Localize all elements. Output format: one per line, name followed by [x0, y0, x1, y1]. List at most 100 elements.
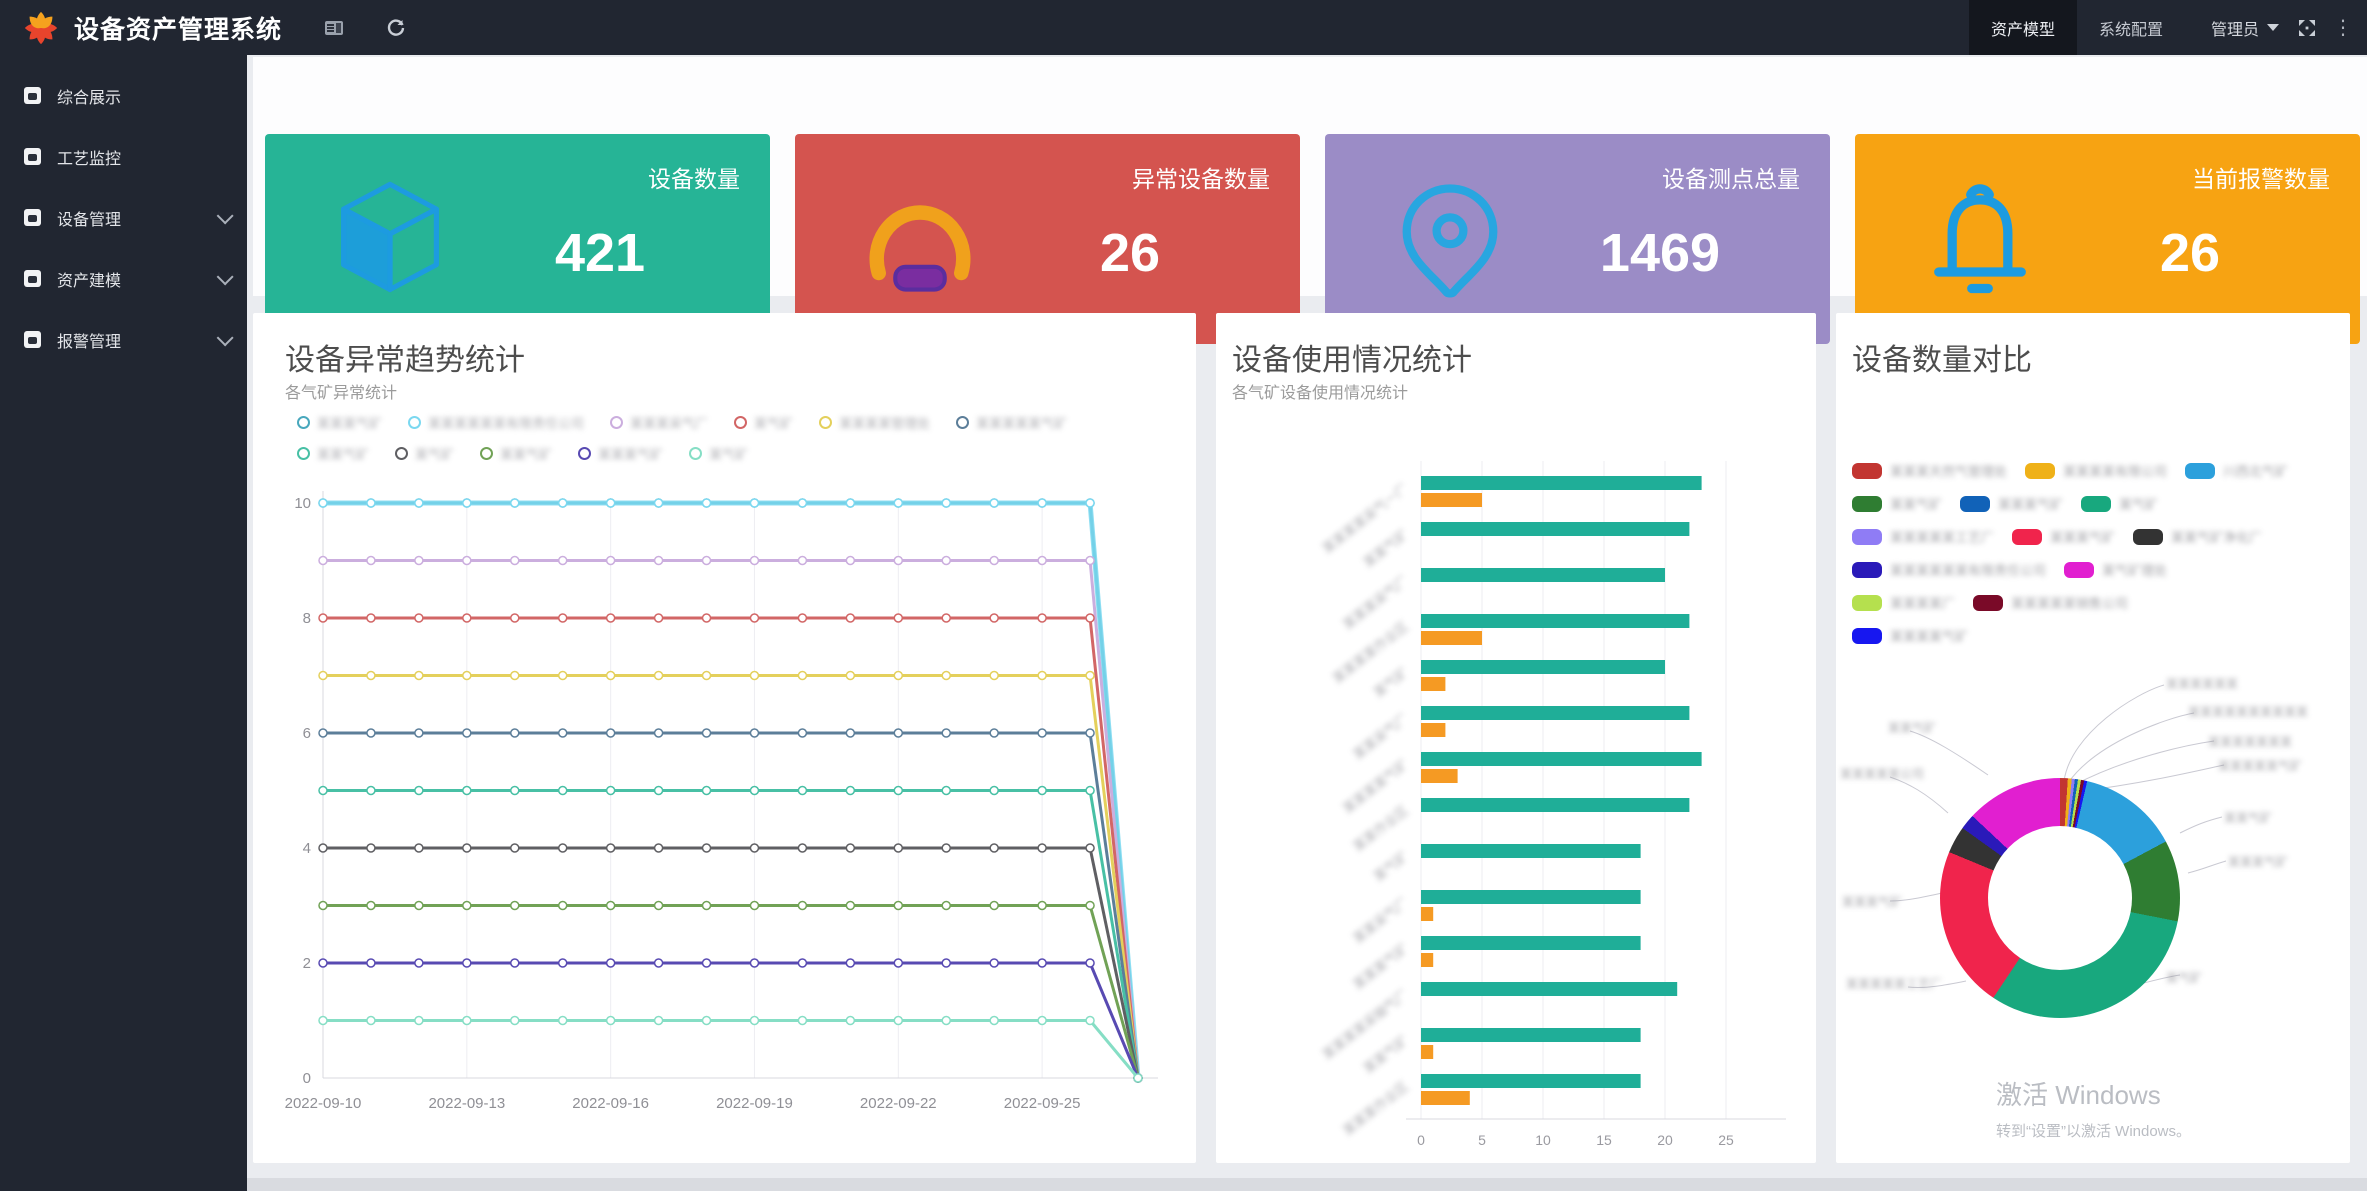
sidebar-collapse-icon[interactable]: [324, 18, 344, 38]
svg-text:2022-09-25: 2022-09-25: [1004, 1095, 1081, 1112]
svg-text:2022-09-19: 2022-09-19: [716, 1095, 793, 1112]
legend-label: 某某气矿: [317, 444, 369, 463]
legend-item[interactable]: 某某气矿: [1852, 494, 1942, 513]
legend-swatch: [1852, 628, 1882, 644]
svg-text:2: 2: [303, 955, 311, 972]
donut-callout-label: 某某某某某公司: [1840, 765, 1924, 782]
legend-item[interactable]: 某某某某管理处: [819, 413, 930, 432]
svg-text:15: 15: [1596, 1132, 1612, 1148]
donut-callout-label: 某气矿: [2166, 969, 2202, 986]
sidebar-item-asset-modeling[interactable]: 资产建模: [0, 248, 247, 309]
panel-abnormal-trend: 设备异常趋势统计 各气矿异常统计 某某某气矿某某某某某某有限责任公司某某某采气厂…: [253, 313, 1196, 1163]
legend-item[interactable]: 某某某某某工艺厂: [1852, 527, 1994, 546]
legend-marker: [689, 447, 702, 460]
legend-item[interactable]: 某某某气矿: [2012, 527, 2115, 546]
menu-icon: [24, 87, 41, 104]
legend-row: 某某某某某工艺厂某某某气矿某某气矿净化厂: [1852, 527, 2338, 546]
user-menu[interactable]: 管理员: [2211, 16, 2279, 40]
panel-subtitle-trend: 各气矿异常统计: [285, 379, 397, 403]
top-navbar: 设备资产管理系统 资产模型 系统配置 管理员 ⋮: [0, 0, 2367, 55]
legend-item[interactable]: 某某气矿净化厂: [2133, 527, 2262, 546]
legend-swatch: [1852, 595, 1882, 611]
refresh-icon[interactable]: [386, 18, 406, 38]
svg-text:0: 0: [303, 1070, 311, 1087]
legend-item[interactable]: 某某某某厂: [1852, 593, 1955, 612]
legend-swatch: [2025, 463, 2055, 479]
legend-item[interactable]: 某某气矿: [480, 444, 552, 463]
magnet-icon: [853, 172, 987, 306]
svg-text:某某某气矿: 某某某气矿: [1350, 941, 1410, 993]
sidebar-item-device-management[interactable]: 设备管理: [0, 187, 247, 248]
legend-item[interactable]: 某某某某气矿: [1852, 626, 1968, 645]
sidebar-item-overview[interactable]: 综合展示: [0, 65, 247, 126]
legend-item[interactable]: 某某某天然气管理处: [1852, 461, 2007, 480]
svg-text:某某气矿: 某某气矿: [1361, 1033, 1411, 1077]
menu-icon: [24, 209, 41, 226]
menu-icon: [24, 270, 41, 287]
legend-swatch: [2064, 562, 2094, 578]
sidebar-item-process-monitor[interactable]: 工艺监控: [0, 126, 247, 187]
legend-item[interactable]: 某某某采气厂: [610, 413, 708, 432]
legend-item[interactable]: 某某某某某某有限责任公司: [408, 413, 584, 432]
legend-item[interactable]: 川西北气矿: [2185, 461, 2288, 480]
legend-item[interactable]: 某气矿: [395, 444, 454, 463]
donut-callout-label: 某某某某某某: [2166, 675, 2238, 692]
svg-text:2022-09-13: 2022-09-13: [428, 1095, 505, 1112]
legend-label: 某某某采气厂: [630, 413, 708, 432]
stat-card-label: 当前报警数量: [2192, 160, 2330, 194]
svg-text:8: 8: [303, 610, 311, 627]
legend-swatch: [1852, 529, 1882, 545]
legend-item[interactable]: 某气矿理处: [2064, 560, 2167, 579]
svg-text:某某气矿: 某某气矿: [1361, 527, 1411, 571]
bell-icon: [1913, 172, 2047, 306]
panel-usage-stats: 设备使用情况统计 各气矿设备使用情况统计 0510152025某某某某采气一厂某…: [1216, 313, 1816, 1163]
menu-icon: [24, 148, 41, 165]
legend-item[interactable]: 某某某某某某有限责任公司: [1852, 560, 2046, 579]
donut-legend: 某某某天然气管理处某某某某有限公司川西北气矿某某气矿某某某气矿某气矿某某某某某工…: [1852, 461, 2338, 659]
legend-label: 某某某气矿: [317, 413, 382, 432]
legend-item[interactable]: 某气矿: [2081, 494, 2158, 513]
svg-text:某某某作业区: 某某某作业区: [1340, 1079, 1411, 1139]
legend-row: 某某某某气矿: [1852, 626, 2338, 645]
donut-callout-label: 某某某某某工艺厂: [1846, 975, 1942, 992]
sidebar-item-label: 报警管理: [57, 328, 121, 352]
legend-marker: [956, 416, 969, 429]
legend-row: 某某某某某某有限责任公司某气矿理处: [1852, 560, 2338, 579]
bar-chart[interactable]: 0510152025某某某某采气一厂某某气矿某某某采气厂某某某某作业区某气矿某某…: [1226, 431, 1806, 1161]
svg-text:6: 6: [303, 725, 311, 742]
legend-row: 某某气矿某某某气矿某气矿: [1852, 494, 2338, 513]
menu-icon: [24, 331, 41, 348]
donut-hole: [1988, 826, 2132, 970]
chevron-down-icon: [217, 268, 234, 285]
legend-item[interactable]: 某某气矿: [297, 444, 369, 463]
nav-tab-system-config[interactable]: 系统配置: [2077, 0, 2185, 55]
bottom-strip: [247, 1178, 2367, 1191]
donut-callout-label: 某某气矿: [1888, 719, 1936, 736]
legend-item[interactable]: 某某某某有限公司: [2025, 461, 2167, 480]
donut-callout-label: 某某某某某某某某某某: [2188, 703, 2308, 720]
legend-item[interactable]: 某某某某某气矿: [956, 413, 1067, 432]
fullscreen-icon[interactable]: [2297, 18, 2317, 38]
stats-band: 设备数量421异常设备数量26设备测点总量1469当前报警数量26: [253, 57, 2367, 296]
legend-item[interactable]: 某气矿: [689, 444, 748, 463]
legend-marker: [395, 447, 408, 460]
sidebar-item-alarm-management[interactable]: 报警管理: [0, 309, 247, 370]
app-title: 设备资产管理系统: [74, 10, 282, 46]
line-chart[interactable]: 02468102022-09-102022-09-132022-09-16202…: [268, 478, 1173, 1128]
pin-icon: [1383, 172, 1517, 306]
legend-item[interactable]: 某某某某某销售公司: [1973, 593, 2128, 612]
legend-item[interactable]: 某某某气矿: [578, 444, 663, 463]
panel-count-compare: 设备数量对比 某某某天然气管理处某某某某有限公司川西北气矿某某气矿某某某气矿某气…: [1836, 313, 2350, 1163]
more-options-icon[interactable]: ⋮: [2333, 15, 2353, 40]
sidebar-item-label: 设备管理: [57, 206, 121, 230]
svg-text:2022-09-22: 2022-09-22: [860, 1095, 937, 1112]
legend-item[interactable]: 某气矿: [734, 413, 793, 432]
legend-row: 某某某某厂某某某某某销售公司: [1852, 593, 2338, 612]
legend-item[interactable]: 某某某气矿: [297, 413, 382, 432]
svg-text:10: 10: [294, 495, 311, 512]
legend-item[interactable]: 某某某气矿: [1960, 494, 2063, 513]
stat-card-value: 26: [1040, 222, 1220, 284]
nav-tab-asset-model[interactable]: 资产模型: [1969, 0, 2077, 55]
legend-marker: [578, 447, 591, 460]
legend-marker: [610, 416, 623, 429]
